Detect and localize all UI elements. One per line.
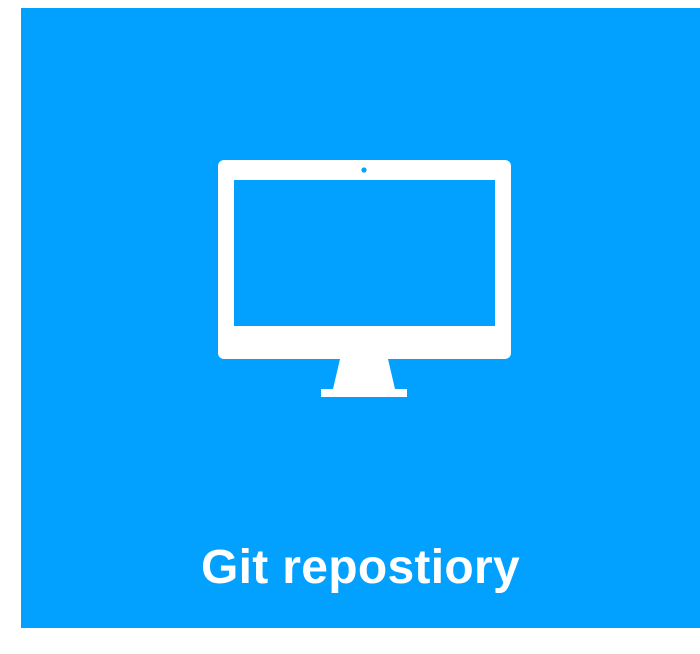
tile-label: Git repostiory — [201, 541, 520, 594]
git-repository-tile: Git repostiory — [21, 8, 700, 628]
desktop-monitor-icon — [218, 160, 511, 397]
